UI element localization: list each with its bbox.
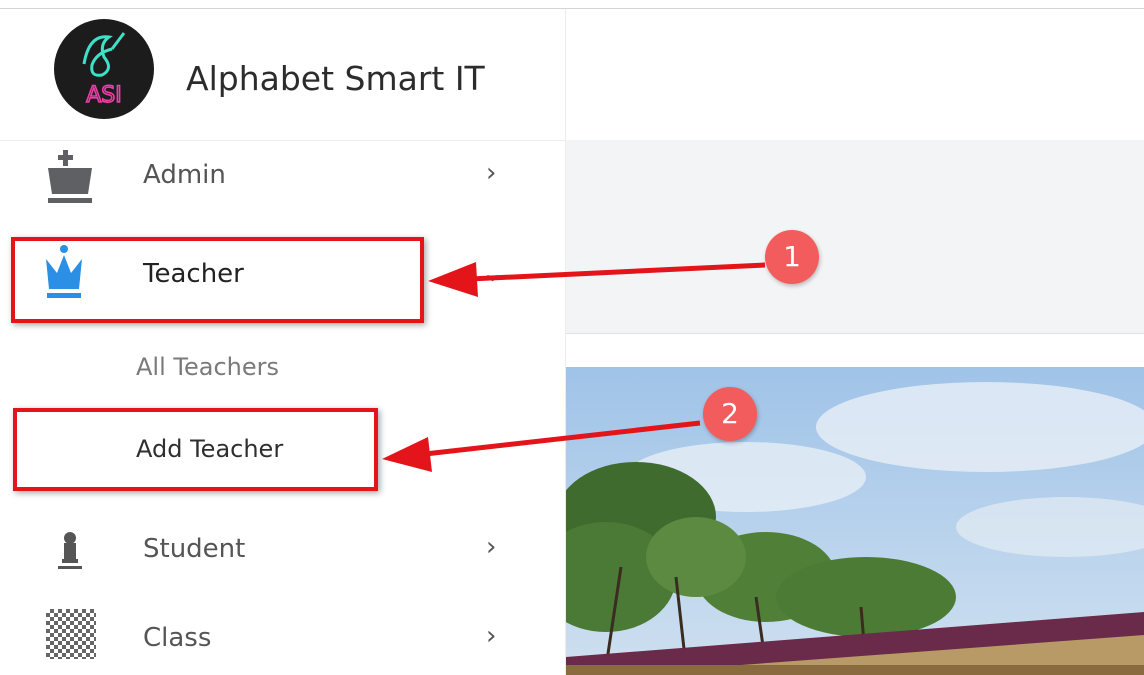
submenu-item-all-teachers[interactable]: All Teachers bbox=[0, 339, 565, 395]
submenu-item-label: All Teachers bbox=[136, 353, 279, 381]
chevron-right-icon: › bbox=[486, 532, 497, 562]
sidebar-item-class[interactable]: Class › bbox=[0, 605, 565, 675]
step-badge-1: 1 bbox=[765, 230, 819, 284]
sidebar: ASI Alphabet Smart IT Admin › Teacher › … bbox=[0, 9, 566, 675]
brand-logo[interactable]: ASI bbox=[54, 19, 154, 119]
top-header bbox=[566, 9, 1144, 140]
brand-header: ASI Alphabet Smart IT bbox=[0, 9, 565, 141]
chess-pawn-icon bbox=[50, 524, 108, 578]
main-content bbox=[566, 9, 1144, 675]
brand-name: Alphabet Smart IT bbox=[186, 59, 485, 98]
sidebar-item-student[interactable]: Student › bbox=[0, 516, 565, 586]
highlight-add-teacher bbox=[13, 408, 378, 491]
chevron-down-icon: › bbox=[478, 272, 509, 284]
sidebar-item-label: Admin bbox=[143, 160, 226, 190]
chevron-right-icon: › bbox=[486, 621, 497, 651]
page-header-band bbox=[566, 140, 1144, 334]
sidebar-item-label: Student bbox=[143, 534, 246, 564]
chevron-right-icon: › bbox=[486, 158, 497, 188]
chess-king-icon bbox=[42, 150, 100, 204]
sidebar-item-label: Class bbox=[143, 623, 212, 653]
sidebar-item-admin[interactable]: Admin › bbox=[0, 142, 565, 212]
logo-text: ASI bbox=[86, 83, 122, 108]
logo-icon: ASI bbox=[82, 32, 126, 109]
checkerboard-icon bbox=[46, 609, 104, 663]
step-badge-2: 2 bbox=[703, 387, 757, 441]
highlight-teacher bbox=[11, 237, 424, 323]
campus-photo bbox=[566, 367, 1144, 675]
